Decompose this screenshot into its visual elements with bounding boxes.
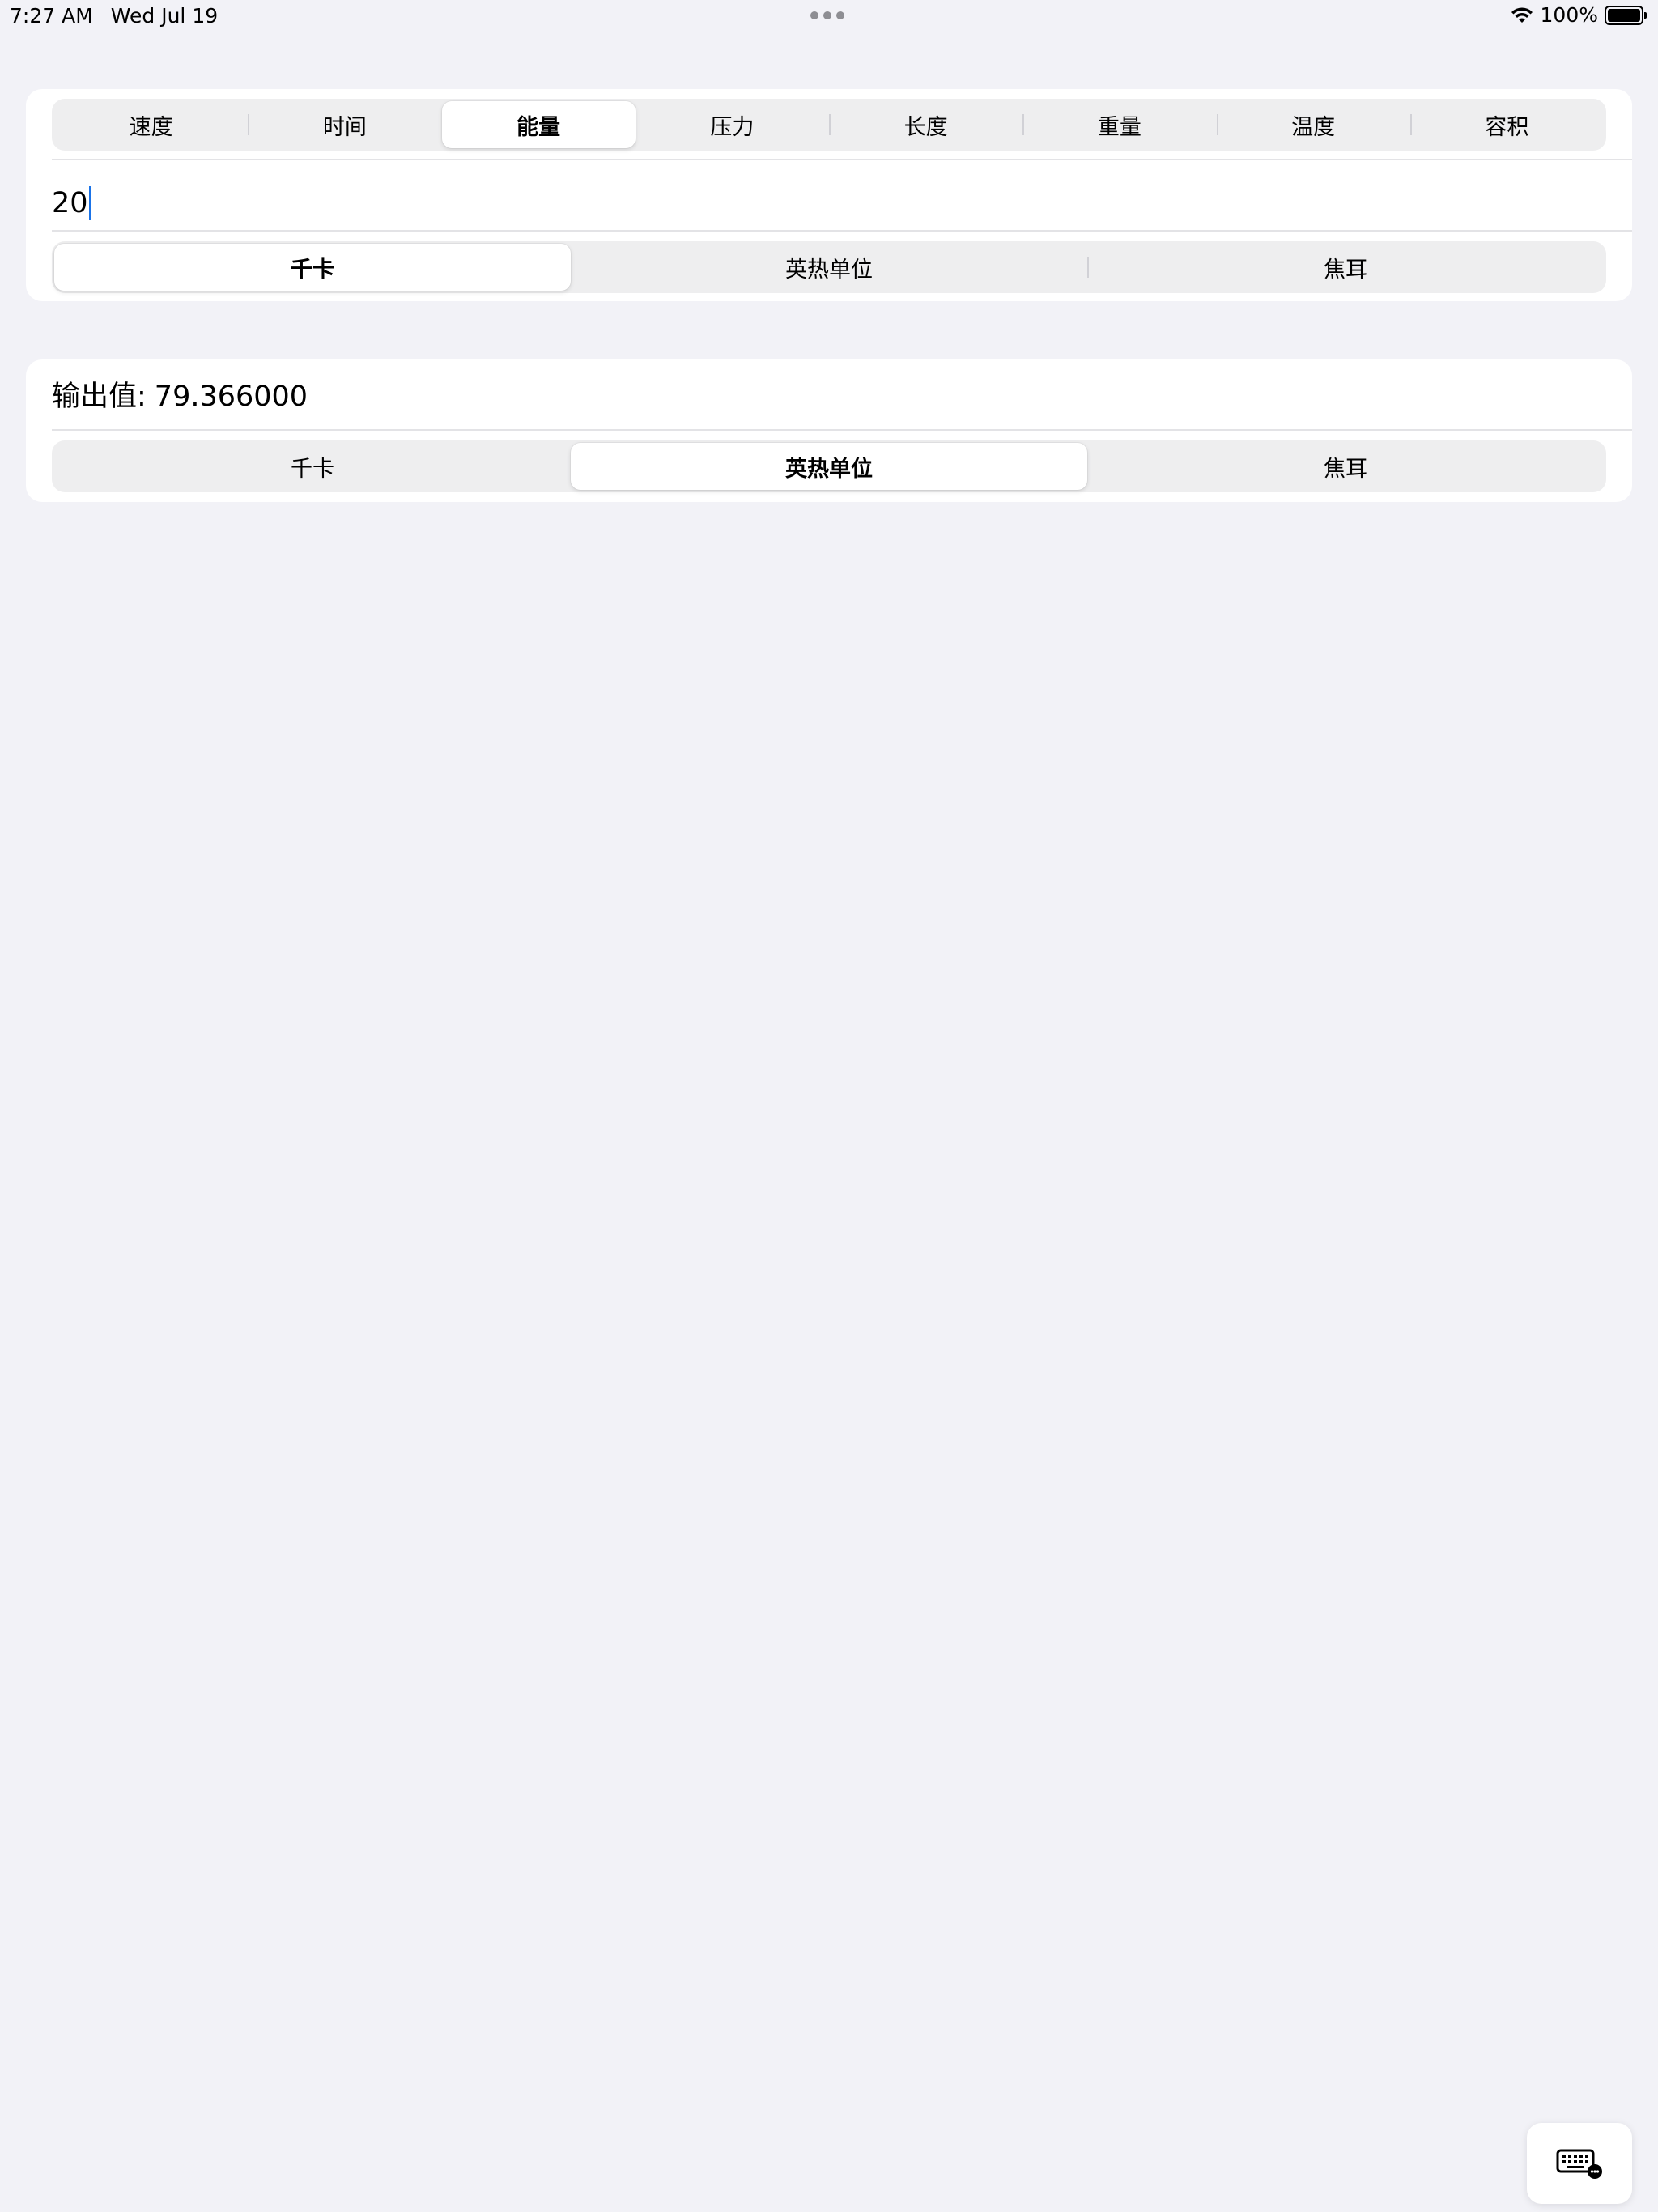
- app-screen: 7:27 AM Wed Jul 19 100% 速度 时间 能量 压力 长度 重…: [0, 0, 1658, 2212]
- multitasking-indicator[interactable]: [810, 11, 844, 19]
- value-input-text: 20: [52, 187, 88, 219]
- text-caret: [88, 186, 91, 220]
- battery-body: [1605, 5, 1643, 25]
- output-unit-kcal[interactable]: 千卡: [54, 443, 571, 490]
- input-card: 速度 时间 能量 压力 长度 重量 温度 容积 20 千卡 英热单位 焦耳: [26, 89, 1632, 301]
- divider: [52, 429, 1632, 431]
- status-date: Wed Jul 19: [110, 4, 219, 28]
- input-unit-segmented-control: 千卡 英热单位 焦耳: [52, 241, 1606, 293]
- tab-weight[interactable]: 重量: [1022, 101, 1216, 148]
- input-unit-btu[interactable]: 英热单位: [571, 244, 1087, 291]
- divider: [52, 159, 1632, 160]
- output-value: 79.366000: [154, 381, 308, 413]
- tab-volume[interactable]: 容积: [1409, 101, 1604, 148]
- wifi-icon: [1511, 6, 1533, 23]
- multitasking-dot: [810, 11, 818, 19]
- status-left: 7:27 AM Wed Jul 19: [10, 4, 218, 28]
- battery-tip: [1644, 11, 1647, 19]
- input-unit-kcal[interactable]: 千卡: [54, 244, 571, 291]
- battery-icon: [1605, 5, 1647, 25]
- battery-fill: [1608, 8, 1640, 22]
- tab-temperature[interactable]: 温度: [1216, 101, 1410, 148]
- tab-pressure[interactable]: 压力: [636, 101, 829, 148]
- output-label: 输出值:: [52, 381, 147, 413]
- category-segmented-control: 速度 时间 能量 压力 长度 重量 温度 容积: [52, 99, 1606, 151]
- divider: [52, 230, 1632, 232]
- status-right: 100%: [1510, 3, 1647, 27]
- output-unit-segmented-control: 千卡 英热单位 焦耳: [52, 440, 1606, 492]
- status-bar: 7:27 AM Wed Jul 19 100%: [0, 0, 1658, 32]
- output-card: 输出值: 79.366000 千卡 英热单位 焦耳: [26, 359, 1632, 502]
- tab-energy[interactable]: 能量: [441, 101, 636, 148]
- tab-speed[interactable]: 速度: [54, 101, 248, 148]
- tab-time[interactable]: 时间: [248, 101, 441, 148]
- keyboard-icon: [1556, 2149, 1602, 2179]
- multitasking-dot: [836, 11, 844, 19]
- value-input[interactable]: 20: [52, 167, 1590, 240]
- tab-length[interactable]: 长度: [829, 101, 1022, 148]
- multitasking-dot: [823, 11, 831, 19]
- output-unit-joule[interactable]: 焦耳: [1087, 443, 1604, 490]
- output-value-row: 输出值: 79.366000: [52, 374, 308, 419]
- keyboard-button[interactable]: [1527, 2123, 1632, 2204]
- output-unit-btu[interactable]: 英热单位: [571, 443, 1087, 490]
- input-unit-joule[interactable]: 焦耳: [1087, 244, 1604, 291]
- battery-percent: 100%: [1540, 3, 1598, 27]
- status-time: 7:27 AM: [10, 4, 93, 28]
